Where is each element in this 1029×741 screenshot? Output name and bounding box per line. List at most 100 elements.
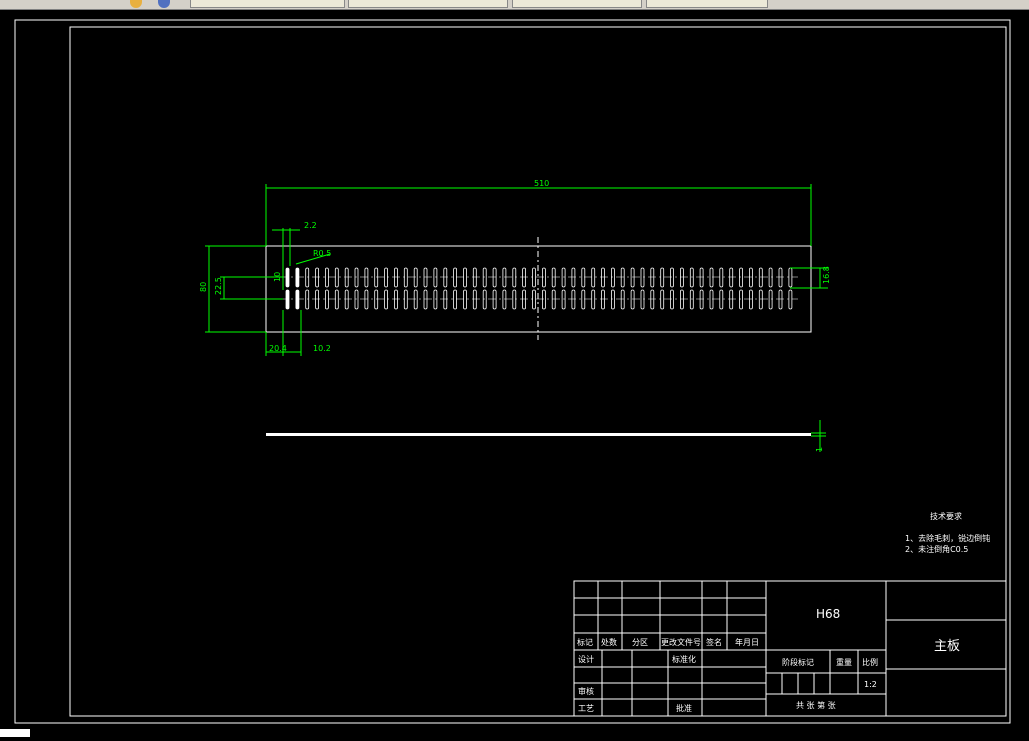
- slot: [315, 289, 320, 310]
- slot: [472, 289, 477, 310]
- slot: [689, 289, 694, 310]
- window-taskbar: [0, 0, 1029, 10]
- slot: [739, 289, 743, 310]
- slot: [512, 267, 517, 288]
- slot: [660, 267, 665, 288]
- slot: [611, 267, 615, 288]
- slot: [364, 267, 369, 288]
- slot: [542, 267, 546, 288]
- slot: [749, 267, 753, 288]
- dim-overall-length: 510: [534, 179, 549, 188]
- slot: [758, 289, 763, 310]
- slot: [482, 267, 487, 288]
- side-view-bar: [266, 433, 811, 436]
- slot: [285, 267, 290, 288]
- slot: [305, 289, 310, 310]
- slot: [512, 289, 517, 310]
- slot: [551, 289, 556, 310]
- task-tab-1[interactable]: [190, 0, 345, 8]
- slot: [394, 267, 398, 288]
- slot: [561, 289, 566, 310]
- slot: [472, 267, 477, 288]
- tb-review: 审核: [578, 686, 594, 696]
- slot: [344, 267, 349, 288]
- slot: [768, 267, 773, 288]
- slot: [492, 267, 497, 288]
- slot: [374, 267, 379, 288]
- slot: [551, 267, 556, 288]
- slot: [650, 289, 655, 310]
- slot: [640, 267, 645, 288]
- slot: [364, 289, 369, 310]
- slot: [354, 267, 359, 288]
- slot-pattern: [285, 267, 793, 310]
- slot: [374, 289, 379, 310]
- dim-overall-height: 80: [199, 282, 208, 292]
- dim-radius: R0.5: [313, 249, 331, 258]
- app-icon[interactable]: [130, 0, 142, 8]
- slot: [719, 289, 724, 310]
- slot: [788, 267, 793, 288]
- slot: [394, 289, 398, 310]
- slot: [591, 267, 596, 288]
- tb-stage: 阶段标记: [782, 657, 814, 667]
- task-tab-4[interactable]: [646, 0, 768, 8]
- slot: [453, 289, 458, 310]
- slot: [285, 289, 290, 310]
- slot: [542, 289, 546, 310]
- slot: [403, 289, 408, 310]
- slot: [729, 267, 734, 288]
- task-tab-2[interactable]: [348, 0, 508, 8]
- slot: [650, 267, 655, 288]
- slot: [611, 289, 615, 310]
- tb-sheets: 共 张 第 张: [796, 700, 836, 710]
- slot: [571, 267, 576, 288]
- slot: [719, 267, 724, 288]
- tb-scale: 比例: [862, 657, 878, 667]
- slot: [324, 267, 329, 288]
- tb-header-sign: 签名: [706, 637, 722, 647]
- dim-slot-length: 16.8: [822, 266, 831, 284]
- slot: [768, 289, 773, 310]
- inner-frame: [69, 26, 1007, 717]
- slot: [502, 267, 507, 288]
- slot: [334, 267, 339, 288]
- slot: [571, 289, 576, 310]
- slot: [344, 289, 349, 310]
- tb-header-change-doc: 更改文件号: [661, 637, 701, 647]
- dim-slot-small: 10: [273, 272, 282, 282]
- slot: [433, 289, 438, 310]
- slot: [305, 267, 310, 288]
- status-bar-fragment: [0, 729, 30, 737]
- cad-drawing-canvas[interactable]: 510 2.2 R0.5 80 22.5 10 20.4 10.2 16.8 1…: [0, 10, 1029, 737]
- slot: [463, 289, 467, 310]
- app-icon-2[interactable]: [158, 0, 170, 8]
- tb-standard: 标准化: [672, 654, 696, 664]
- tb-process: 工艺: [578, 704, 594, 713]
- slot: [709, 289, 714, 310]
- slot: [689, 267, 694, 288]
- slot: [522, 267, 526, 288]
- slot: [295, 267, 300, 288]
- slot: [433, 267, 438, 288]
- outer-frame: [14, 19, 1011, 724]
- slot: [492, 289, 497, 310]
- slot: [354, 289, 359, 310]
- slot: [749, 289, 753, 310]
- slot: [620, 267, 625, 288]
- task-tab-3[interactable]: [512, 0, 642, 8]
- tb-approve: 批准: [676, 703, 692, 713]
- slot: [423, 289, 428, 310]
- tb-header-count: 处数: [601, 637, 617, 647]
- slot: [423, 267, 428, 288]
- dim-left-offset: 20.4: [269, 344, 287, 353]
- slot: [699, 289, 704, 310]
- dim-row-spacing: 22.5: [214, 277, 223, 295]
- slot: [630, 267, 635, 288]
- slot: [758, 267, 763, 288]
- notes-line-1: 1、去除毛刺，锐边倒钝: [905, 533, 990, 543]
- slot: [561, 267, 566, 288]
- tb-header-mark: 标记: [577, 637, 593, 647]
- slot: [522, 289, 526, 310]
- slot: [463, 267, 467, 288]
